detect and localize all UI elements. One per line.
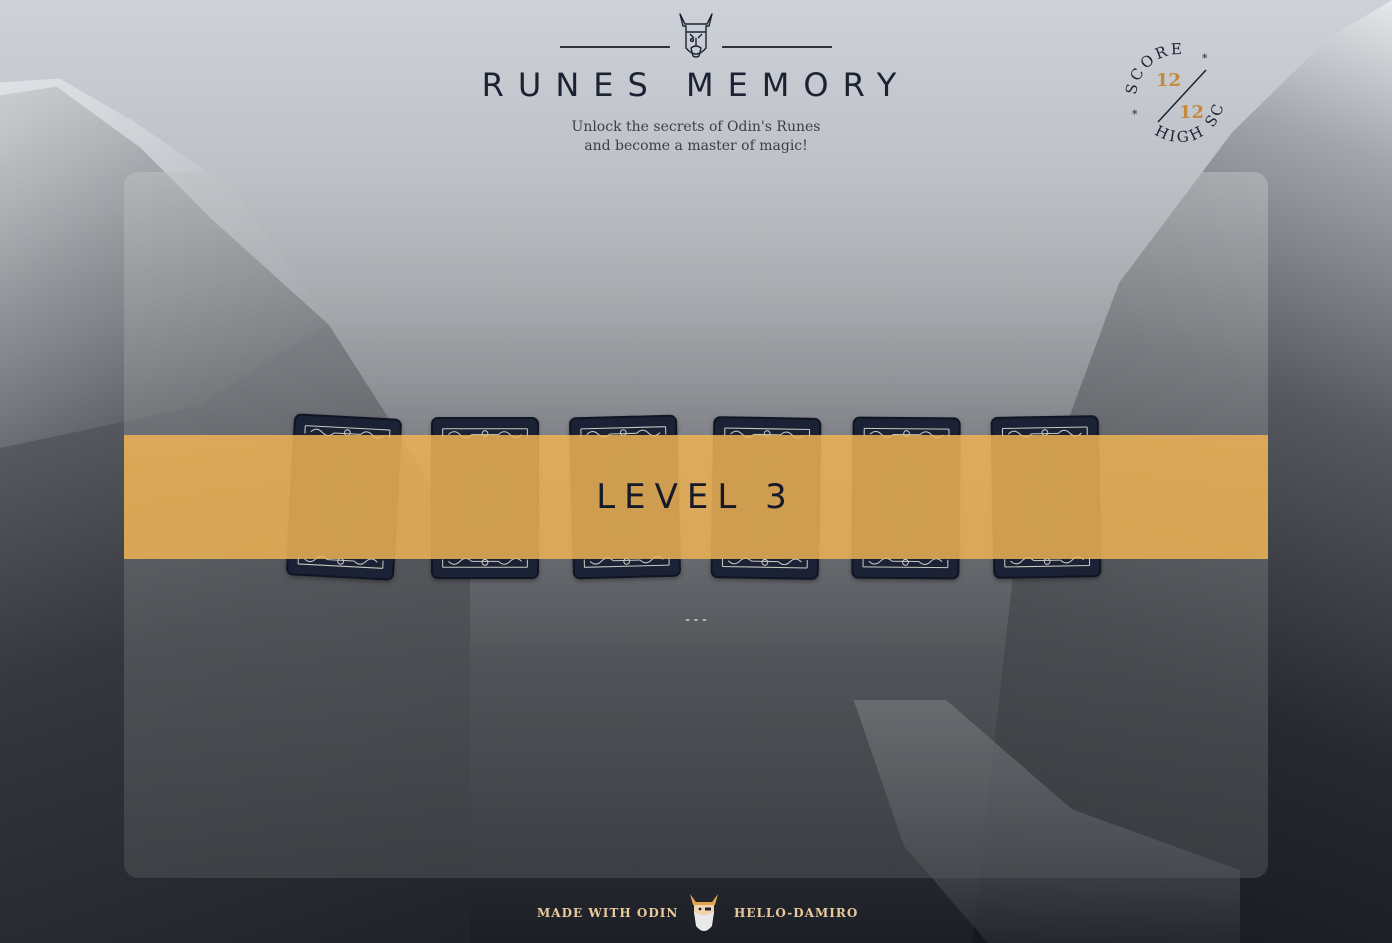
high-score-value: 12 [1179, 102, 1204, 123]
subtitle-line-2: and become a master of magic! [584, 138, 808, 154]
footer-author-link[interactable]: HELLO-DAMIRO [734, 906, 858, 920]
level-label: LEVEL 3 [596, 477, 796, 517]
footer-made-with-link[interactable]: MADE WITH ODIN [537, 906, 678, 920]
game-status: --- [683, 612, 709, 628]
badge-star-right: * [1202, 52, 1208, 65]
page-subtitle: Unlock the secrets of Odin's Runes and b… [546, 118, 846, 156]
level-banner: LEVEL 3 [124, 435, 1268, 559]
page-title: Runes Memory [481, 66, 911, 104]
score-value: 12 [1156, 70, 1181, 91]
score-badge: SCORE HIGH SCORE * * 12 12 [1122, 40, 1225, 147]
viking-helmet-icon [679, 13, 713, 58]
subtitle-line-1: Unlock the secrets of Odin's Runes [571, 119, 821, 135]
header-rule-left [560, 46, 670, 48]
odin-head-icon [690, 894, 718, 931]
header-rule-right [722, 46, 832, 48]
badge-star-left: * [1132, 108, 1138, 121]
